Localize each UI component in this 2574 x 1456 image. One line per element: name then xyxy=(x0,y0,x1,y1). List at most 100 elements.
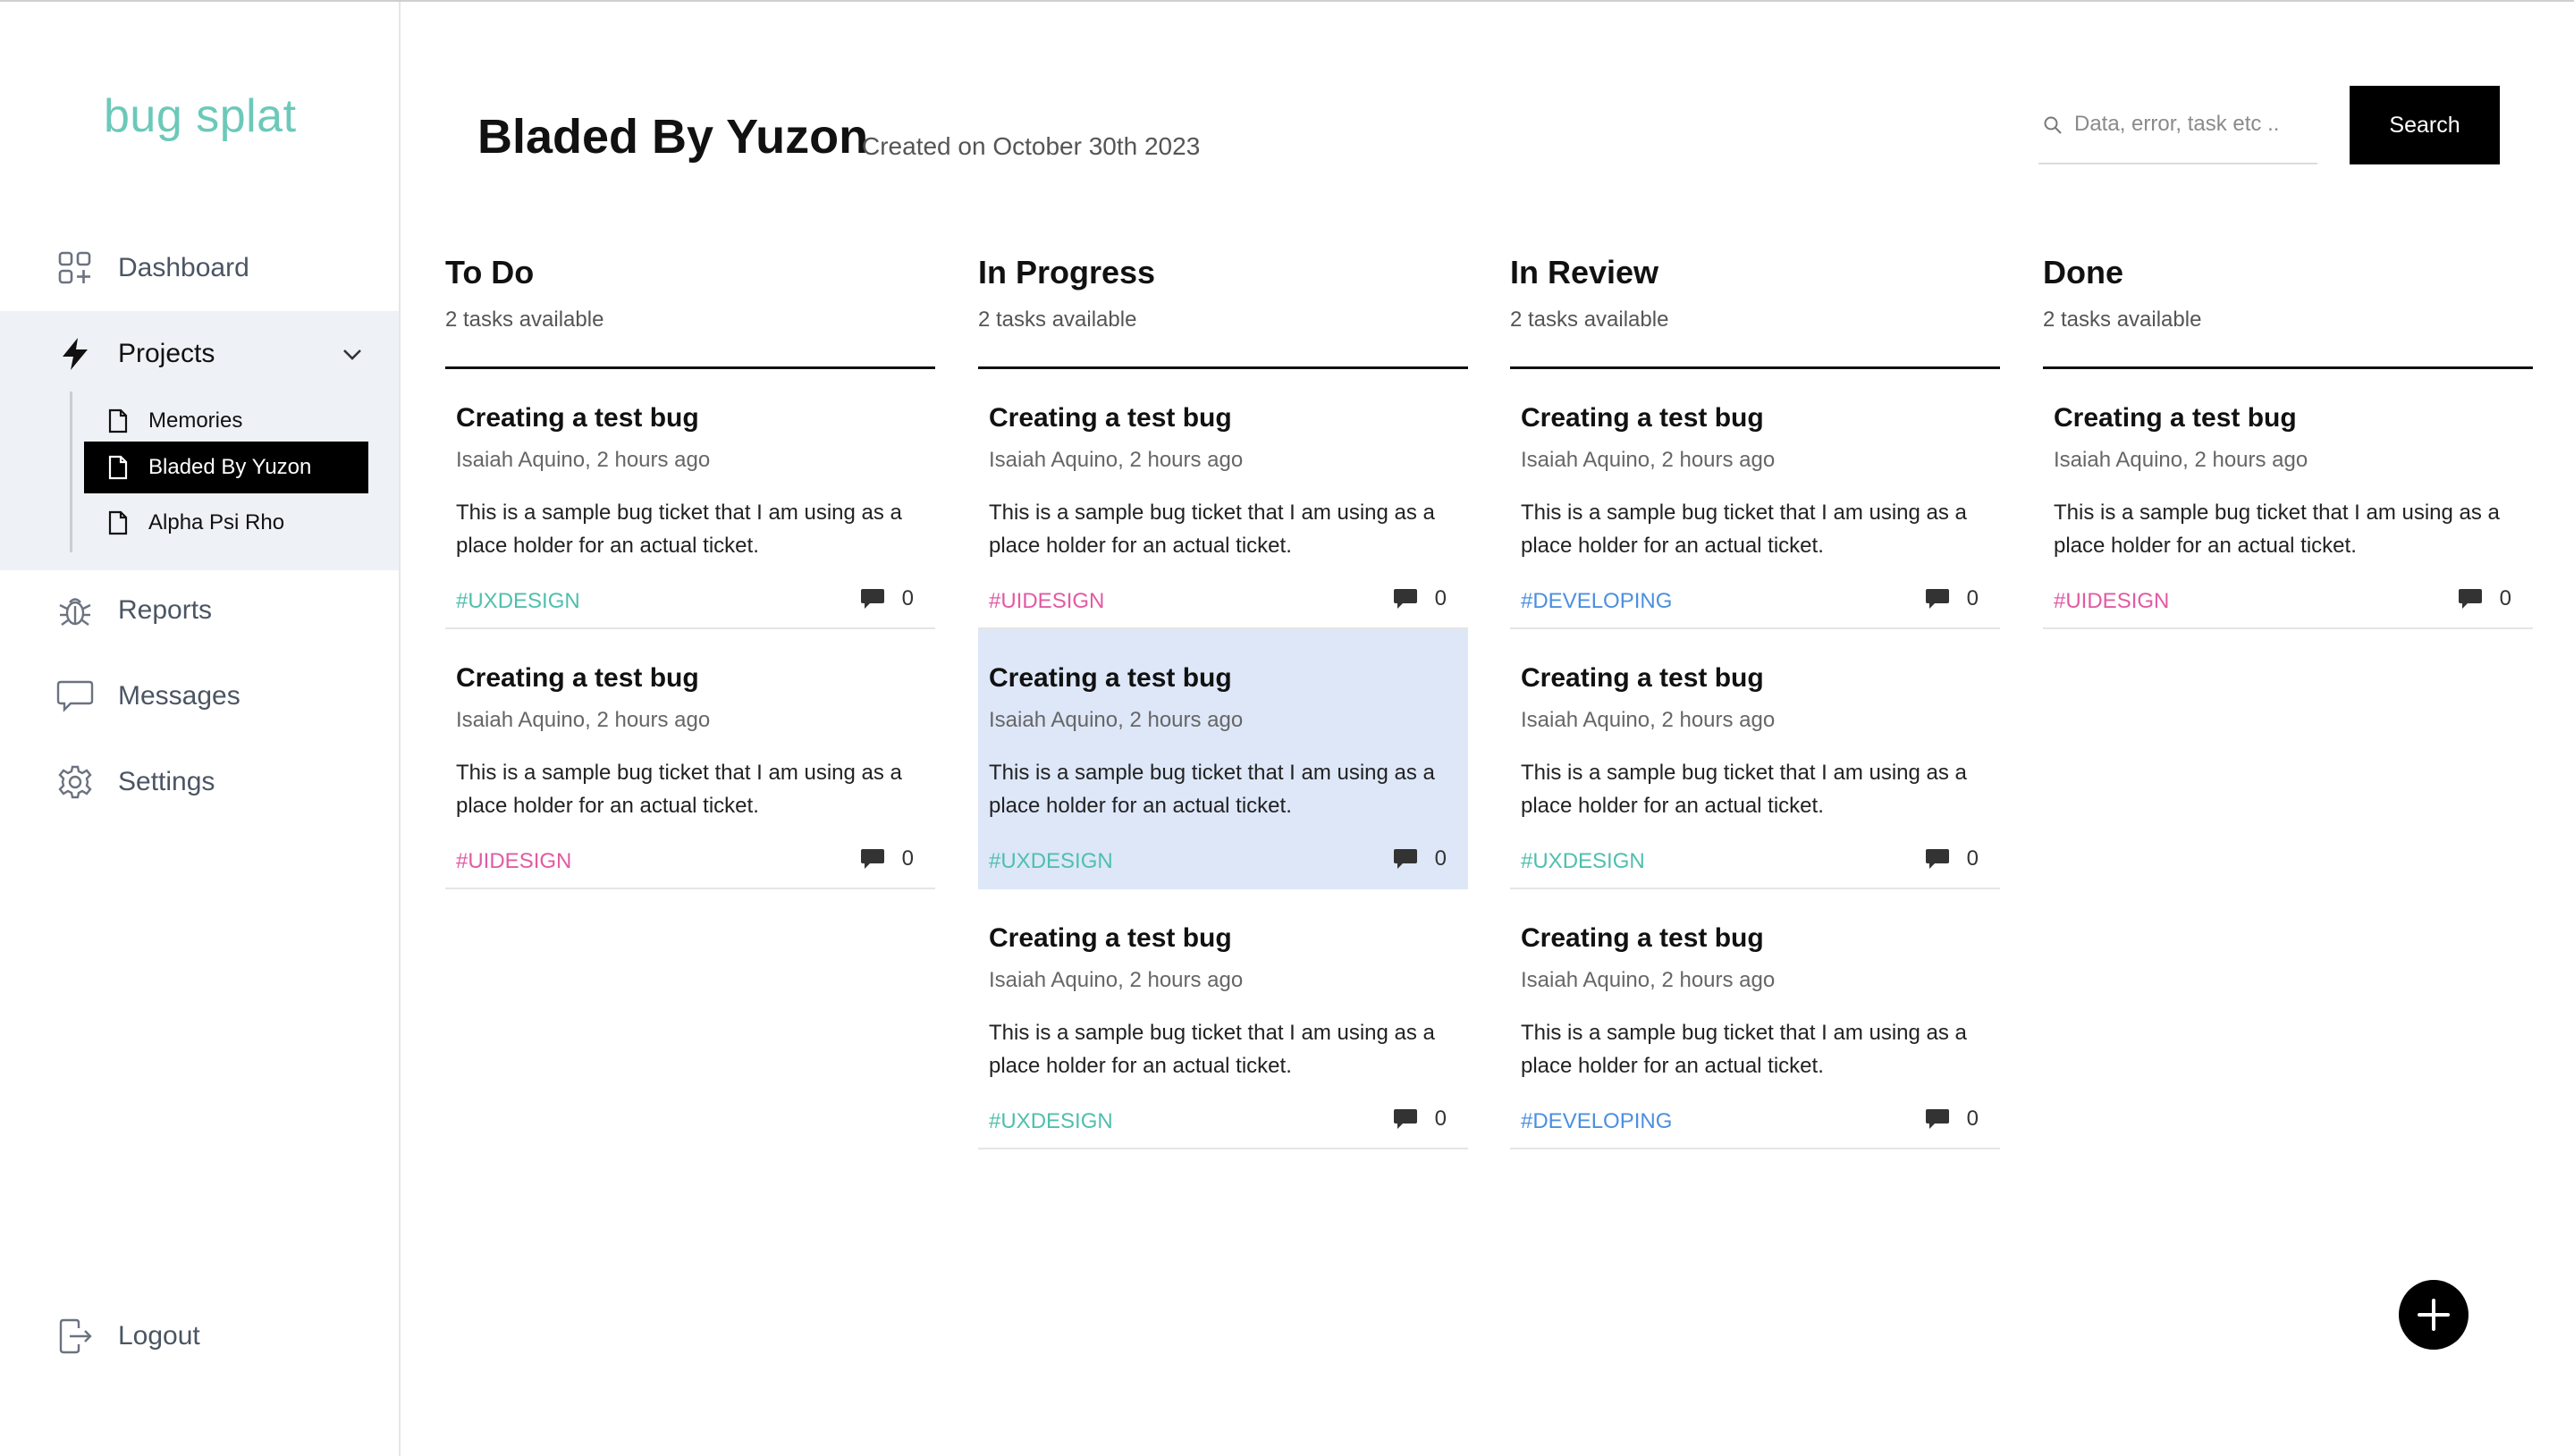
sidebar-item-label: Messages xyxy=(118,681,241,711)
comment-count: 0 xyxy=(901,846,914,871)
card-tag[interactable]: #UXDESIGN xyxy=(989,1109,1113,1134)
card-author-time: Isaiah Aquino, 2 hours ago xyxy=(456,708,711,732)
sidebar-item-projects[interactable]: Projects xyxy=(0,318,399,390)
card-description: This is a sample bug ticket that I am us… xyxy=(1521,761,1967,818)
task-card[interactable]: Creating a test bug Isaiah Aquino, 2 hour… xyxy=(1510,629,2000,889)
project-item-label: Bladed By Yuzon xyxy=(148,455,312,479)
card-comments[interactable]: 0 xyxy=(2457,585,2511,612)
card-author-time: Isaiah Aquino, 2 hours ago xyxy=(1521,708,1776,732)
card-author-time: Isaiah Aquino, 2 hours ago xyxy=(2054,448,2308,472)
column-title: To Do xyxy=(445,254,535,290)
card-comments[interactable]: 0 xyxy=(1924,585,1979,612)
search-input[interactable] xyxy=(2074,109,2316,139)
card-comments[interactable]: 0 xyxy=(859,585,914,612)
card-list: Creating a test bug Isaiah Aquino, 2 hour… xyxy=(1510,369,2000,1149)
chevron-down-icon[interactable] xyxy=(338,340,367,368)
comment-icon xyxy=(859,585,886,612)
card-description: This is a sample bug ticket that I am us… xyxy=(1521,1021,1967,1078)
project-item-alpha-psi-rho[interactable]: Alpha Psi Rho xyxy=(84,497,368,549)
gear-icon xyxy=(55,762,95,802)
card-comments[interactable]: 0 xyxy=(859,846,914,872)
project-item-memories[interactable]: Memories xyxy=(84,395,368,447)
card-comments[interactable]: 0 xyxy=(1392,846,1447,872)
document-icon xyxy=(105,408,131,433)
card-tag[interactable]: #UIDESIGN xyxy=(456,849,571,874)
search-field[interactable] xyxy=(2038,100,2317,164)
task-card[interactable]: Creating a test bug Isaiah Aquino, 2 hour… xyxy=(978,369,1468,629)
card-author-time: Isaiah Aquino, 2 hours ago xyxy=(989,708,1244,732)
comment-count: 0 xyxy=(1966,846,1979,871)
card-tag[interactable]: #DEVELOPING xyxy=(1521,1109,1672,1134)
card-list: Creating a test bug Isaiah Aquino, 2 hour… xyxy=(2043,369,2533,629)
column-task-count: 2 tasks available xyxy=(2043,307,2202,332)
sidebar-item-reports[interactable]: Reports xyxy=(0,575,399,646)
lightning-icon xyxy=(55,334,95,374)
task-card[interactable]: Creating a test bug Isaiah Aquino, 2 hour… xyxy=(445,629,935,889)
projects-section: Projects Memories Bladed By Yuzon Alpha … xyxy=(0,311,399,570)
task-card[interactable]: Creating a test bug Isaiah Aquino, 2 hour… xyxy=(978,629,1468,889)
card-author-time: Isaiah Aquino, 2 hours ago xyxy=(456,448,711,472)
comment-icon xyxy=(2457,585,2484,612)
card-description: This is a sample bug ticket that I am us… xyxy=(456,501,902,558)
comment-count: 0 xyxy=(1434,846,1447,871)
project-item-label: Memories xyxy=(148,408,243,433)
app-logo[interactable]: bug splat xyxy=(104,89,297,143)
sidebar-item-settings[interactable]: Settings xyxy=(0,746,399,818)
card-tag[interactable]: #UIDESIGN xyxy=(2054,589,2169,614)
card-title: Creating a test bug xyxy=(1521,663,1764,693)
project-item-label: Alpha Psi Rho xyxy=(148,510,285,534)
task-card[interactable]: Creating a test bug Isaiah Aquino, 2 hour… xyxy=(978,889,1468,1149)
task-card[interactable]: Creating a test bug Isaiah Aquino, 2 hour… xyxy=(1510,889,2000,1149)
card-author-time: Isaiah Aquino, 2 hours ago xyxy=(1521,448,1776,472)
card-tag[interactable]: #UIDESIGN xyxy=(989,589,1104,614)
card-tag[interactable]: #UXDESIGN xyxy=(456,589,580,614)
card-title: Creating a test bug xyxy=(1521,403,1764,433)
task-card[interactable]: Creating a test bug Isaiah Aquino, 2 hour… xyxy=(2043,369,2533,629)
task-card[interactable]: Creating a test bug Isaiah Aquino, 2 hour… xyxy=(445,369,935,629)
plus-icon xyxy=(2414,1295,2453,1334)
comment-icon xyxy=(1392,1106,1419,1132)
add-task-button[interactable] xyxy=(2399,1280,2469,1350)
sidebar-item-label: Settings xyxy=(118,767,215,796)
comment-icon xyxy=(1392,846,1419,872)
comment-count: 0 xyxy=(1434,586,1447,610)
logout-icon xyxy=(55,1317,95,1356)
comment-count: 0 xyxy=(901,586,914,610)
sidebar-item-label: Dashboard xyxy=(118,253,249,282)
project-item-bladed-by-yuzon[interactable]: Bladed By Yuzon xyxy=(84,442,368,493)
search-button[interactable]: Search xyxy=(2350,86,2500,164)
sidebar-item-label: Projects xyxy=(118,339,215,368)
sidebar-item-dashboard[interactable]: Dashboard xyxy=(0,232,399,304)
card-tag[interactable]: #UXDESIGN xyxy=(1521,849,1645,874)
comment-icon xyxy=(1924,1106,1951,1132)
card-description: This is a sample bug ticket that I am us… xyxy=(989,1021,1435,1078)
comment-count: 0 xyxy=(1966,1107,1979,1131)
task-card[interactable]: Creating a test bug Isaiah Aquino, 2 hour… xyxy=(1510,369,2000,629)
logout-label: Logout xyxy=(118,1321,200,1351)
card-comments[interactable]: 0 xyxy=(1924,846,1979,872)
column-task-count: 2 tasks available xyxy=(445,307,604,332)
card-title: Creating a test bug xyxy=(1521,923,1764,953)
card-title: Creating a test bug xyxy=(456,663,699,693)
card-tag[interactable]: #UXDESIGN xyxy=(989,849,1113,874)
comment-icon xyxy=(859,846,886,872)
search-icon xyxy=(2040,113,2065,138)
card-title: Creating a test bug xyxy=(989,923,1232,953)
bug-icon xyxy=(55,591,95,630)
card-description: This is a sample bug ticket that I am us… xyxy=(1521,501,1967,558)
comment-count: 0 xyxy=(1966,586,1979,610)
card-title: Creating a test bug xyxy=(989,663,1232,693)
document-icon xyxy=(105,455,131,480)
card-comments[interactable]: 0 xyxy=(1924,1106,1979,1132)
card-description: This is a sample bug ticket that I am us… xyxy=(989,501,1435,558)
logout-button[interactable]: Logout xyxy=(0,1300,399,1372)
card-comments[interactable]: 0 xyxy=(1392,585,1447,612)
chat-icon xyxy=(55,677,95,716)
card-tag[interactable]: #DEVELOPING xyxy=(1521,589,1672,614)
column-title: Done xyxy=(2043,254,2123,290)
card-comments[interactable]: 0 xyxy=(1392,1106,1447,1132)
card-description: This is a sample bug ticket that I am us… xyxy=(989,761,1435,818)
dashboard-icon xyxy=(55,248,95,288)
sidebar: bug splat Dashboard Projects Memories Bl… xyxy=(0,2,401,1456)
sidebar-item-messages[interactable]: Messages xyxy=(0,661,399,732)
